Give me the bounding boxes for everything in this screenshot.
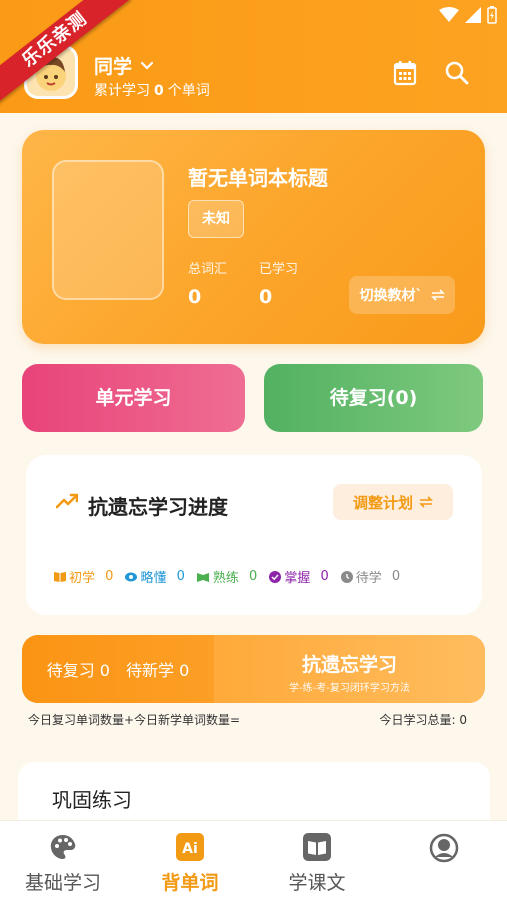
swap-icon bbox=[419, 496, 433, 508]
learned-value: 0 bbox=[259, 286, 273, 308]
progress-legend: 初学 0 略懂 0 熟练 0 掌握 0 待学 0 bbox=[54, 567, 400, 586]
anti-forgetting-strip[interactable]: 待复习 0 待新学 0 抗遗忘学习 学-练-考-复习闭环学习方法 bbox=[22, 635, 485, 703]
swap-icon bbox=[430, 289, 445, 301]
adjust-plan-button[interactable]: 调整计划 bbox=[333, 484, 453, 520]
anti-forgetting-title: 抗遗忘学习 bbox=[301, 654, 397, 676]
open-book-icon bbox=[196, 573, 209, 582]
daily-total-note: 今日学习总量: 0 bbox=[379, 713, 468, 727]
total-label: 总词汇 bbox=[188, 262, 228, 277]
user-name: 同学 bbox=[94, 56, 133, 78]
svg-text:Ai: Ai bbox=[182, 841, 198, 857]
search-icon bbox=[445, 61, 469, 85]
wifi-icon bbox=[439, 7, 459, 22]
unit-study-button[interactable]: 单元学习 bbox=[22, 364, 245, 432]
battery-icon bbox=[487, 6, 497, 24]
palette-icon bbox=[50, 835, 76, 859]
ai-icon: Ai bbox=[176, 833, 204, 861]
wordbook-cover bbox=[52, 160, 164, 300]
pending-review-count: 待复习 0 bbox=[46, 661, 110, 680]
pending-review-button[interactable]: 待复习(0) bbox=[264, 364, 483, 432]
wordbook-title: 暂无单词本标题 bbox=[188, 166, 328, 190]
learned-label: 已学习 bbox=[259, 262, 299, 277]
total-value: 0 bbox=[188, 286, 202, 308]
tab-vocabulary[interactable]: Ai 背单词 bbox=[127, 821, 253, 903]
daily-formula-note: 今日复习单词数量+今日新学单词数量= bbox=[28, 713, 241, 727]
learning-stats: 累计学习 0 个单词 bbox=[94, 83, 210, 99]
anti-forgetting-button[interactable]: 抗遗忘学习 学-练-考-复习闭环学习方法 bbox=[214, 635, 485, 703]
status-bar bbox=[439, 6, 497, 24]
switch-textbook-button[interactable]: 切换教材` bbox=[349, 276, 455, 314]
legend-pending: 待学 0 bbox=[340, 567, 400, 586]
trend-up-icon bbox=[56, 493, 78, 509]
user-name-dropdown[interactable]: 同学 bbox=[94, 52, 154, 79]
profile-icon bbox=[429, 833, 459, 863]
progress-title: 抗遗忘学习进度 bbox=[88, 495, 228, 519]
calendar-icon bbox=[393, 61, 417, 86]
signal-icon bbox=[465, 7, 481, 23]
bottom-tab-bar: 基础学习 Ai 背单词 学课文 bbox=[0, 820, 507, 903]
legend-mastered: 掌握 0 bbox=[269, 567, 329, 586]
wordbook-tag: 未知 bbox=[188, 200, 244, 238]
clock-icon bbox=[340, 570, 353, 583]
search-button[interactable] bbox=[444, 60, 470, 90]
tab-label: 学课文 bbox=[288, 872, 346, 894]
book-icon bbox=[54, 572, 66, 582]
wordbook-card[interactable]: 暂无单词本标题 未知 总词汇 0 已学习 0 切换教材` bbox=[22, 130, 485, 344]
tab-label: 基础学习 bbox=[24, 872, 101, 894]
practice-title: 巩固练习 bbox=[52, 788, 132, 812]
legend-familiar: 略懂 0 bbox=[125, 567, 185, 586]
check-circle-icon bbox=[269, 570, 282, 583]
tab-text-study[interactable]: 学课文 bbox=[254, 821, 380, 903]
tab-label: 背单词 bbox=[161, 872, 219, 894]
progress-card: 抗遗忘学习进度 调整计划 初学 0 略懂 0 熟练 0 掌握 0 待学 0 bbox=[26, 455, 482, 615]
pending-new-count: 待新学 0 bbox=[126, 661, 190, 680]
chevron-down-icon bbox=[140, 61, 154, 70]
strip-counts: 待复习 0 待新学 0 bbox=[22, 635, 214, 703]
legend-beginner: 初学 0 bbox=[54, 567, 113, 586]
book-icon bbox=[303, 833, 331, 861]
calendar-button[interactable] bbox=[393, 60, 417, 90]
tab-basic-study[interactable]: 基础学习 bbox=[0, 821, 126, 903]
tab-profile[interactable] bbox=[381, 821, 507, 903]
legend-skilled: 熟练 0 bbox=[196, 567, 257, 586]
anti-forgetting-subtitle: 学-练-考-复习闭环学习方法 bbox=[289, 683, 410, 694]
eye-icon bbox=[125, 572, 138, 581]
